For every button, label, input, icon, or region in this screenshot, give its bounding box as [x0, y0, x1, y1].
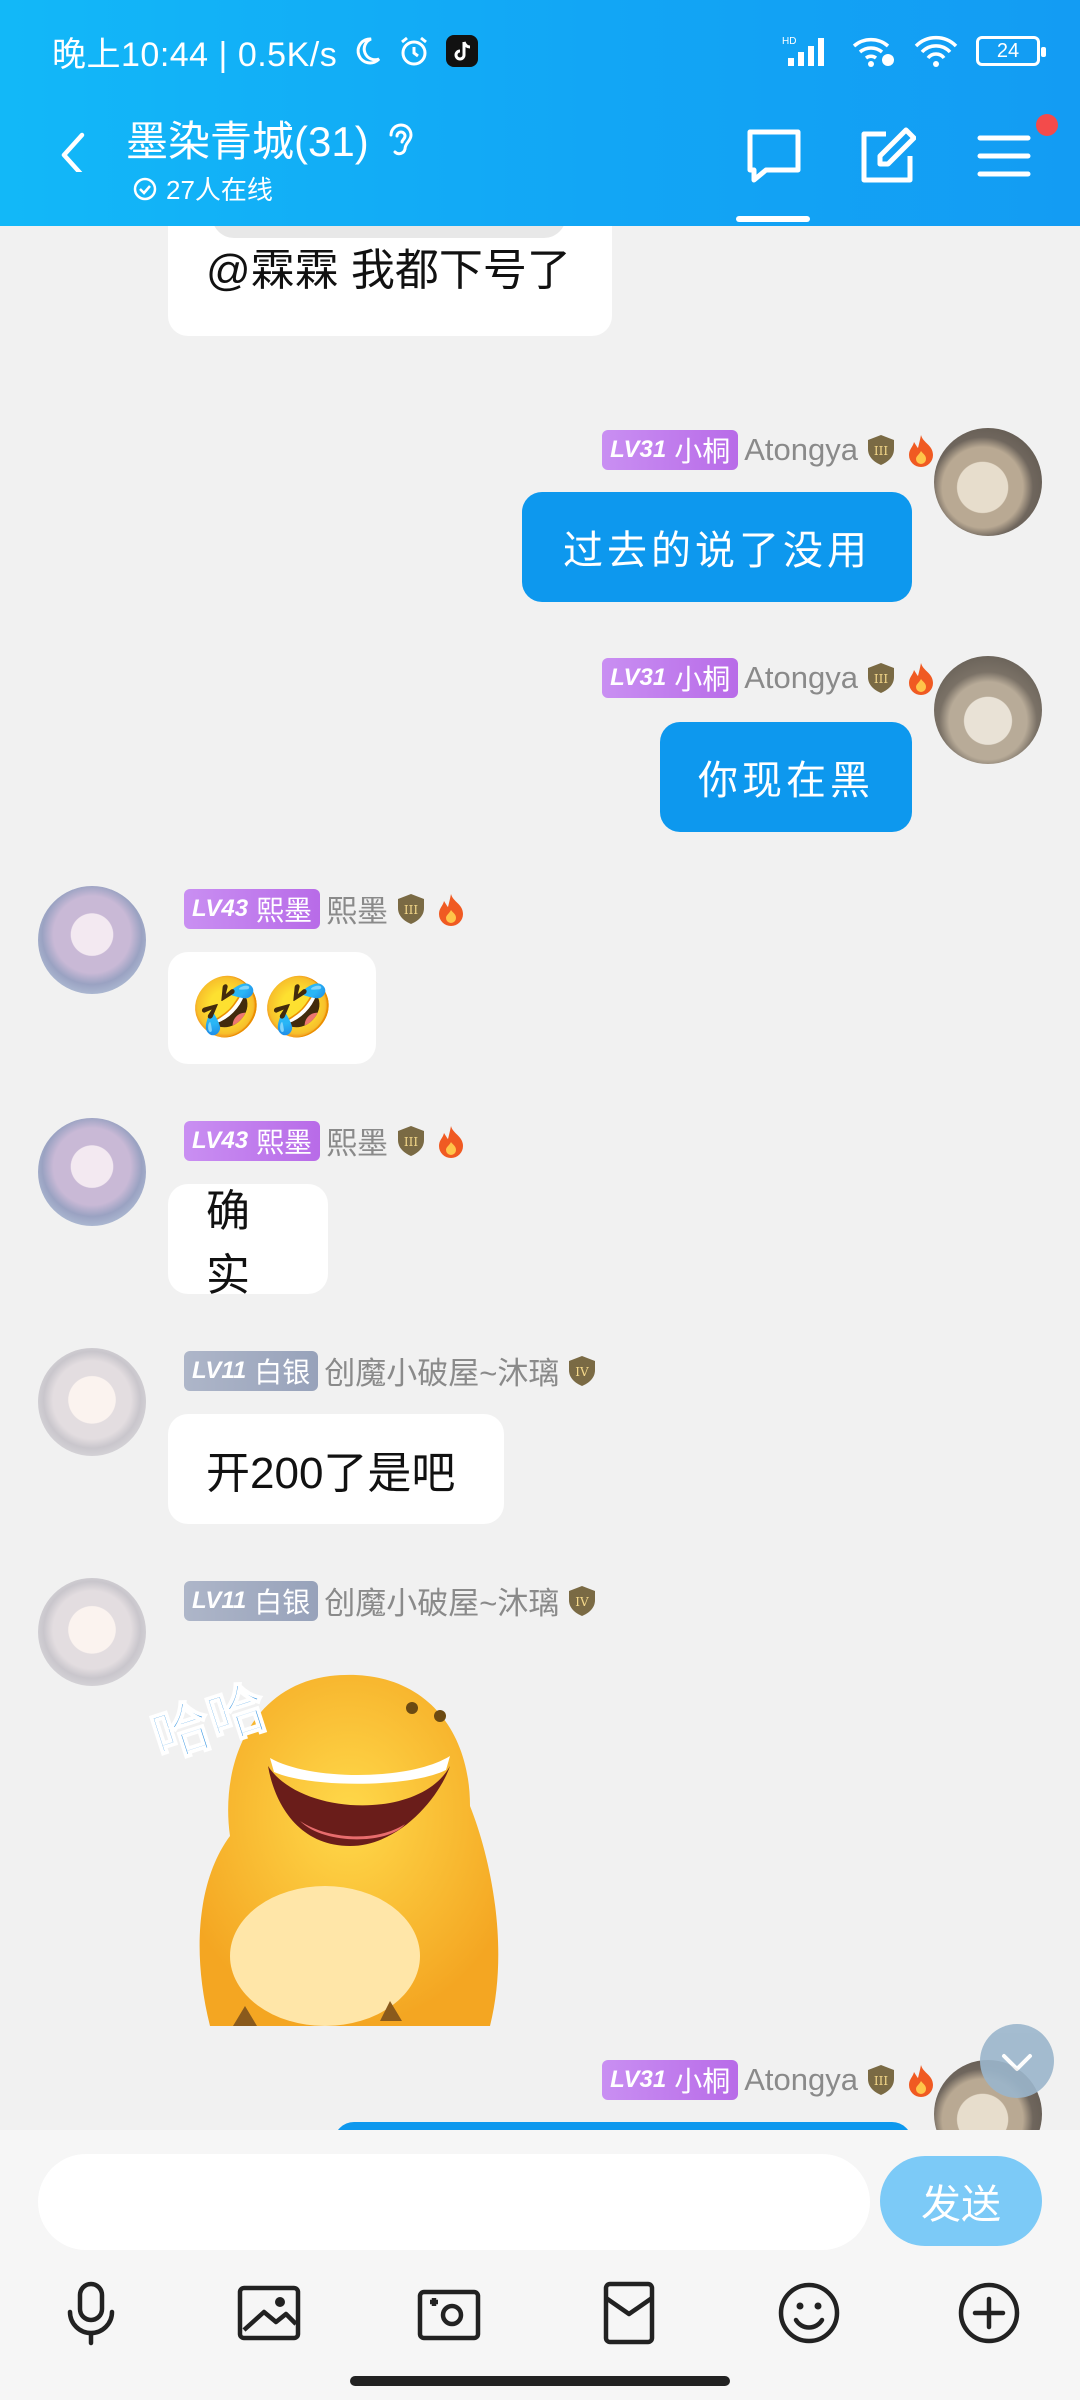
rank-shield-icon: III: [868, 435, 894, 465]
message-input[interactable]: [38, 2154, 870, 2250]
sender-name: 熙墨: [326, 894, 389, 929]
message-bubble[interactable]: 🤣🤣: [168, 952, 376, 1064]
message-bubble[interactable]: @霖霖 我都下号了: [168, 226, 612, 336]
camera-icon[interactable]: [416, 2280, 482, 2346]
status-time: 晚上10:44 | 0.5K/s: [52, 35, 338, 74]
menu-icon[interactable]: [974, 126, 1034, 186]
moon-icon: [356, 37, 381, 65]
wifi-calling-icon: [852, 38, 894, 67]
online-check-icon: [133, 177, 157, 200]
level-badge: LV31 小桐: [602, 430, 739, 470]
fire-icon: [439, 893, 464, 926]
message-bubble[interactable]: 开200了是吧: [168, 1414, 504, 1524]
red-packet-icon[interactable]: [596, 2280, 662, 2346]
my-avatar[interactable]: [934, 428, 1042, 536]
sender-name: 熙墨: [326, 1126, 389, 1161]
svg-text:III: III: [404, 1135, 418, 1149]
chat-bubble-icon[interactable]: [744, 126, 804, 186]
fire-icon: [439, 1125, 464, 1158]
level-badge: LV43 熙墨: [184, 888, 321, 929]
chevron-down-icon: [1002, 2054, 1032, 2071]
sender-meta: LV31 小桐 Atongya III: [602, 430, 938, 470]
rank-shield-icon: IV: [569, 1585, 596, 1616]
rank-shield-icon: III: [398, 1125, 425, 1156]
level-badge: LV11 白银: [184, 1580, 319, 1621]
svg-text:IV: IV: [576, 1595, 590, 1609]
tiktok-icon: [446, 35, 479, 67]
rank-shield-icon: III: [398, 893, 425, 924]
user-avatar[interactable]: [38, 1348, 146, 1456]
plus-icon[interactable]: [956, 2280, 1022, 2346]
scroll-to-bottom-button[interactable]: [980, 2024, 1054, 2098]
emoji-icon[interactable]: [776, 2280, 842, 2346]
alarm-icon: [401, 36, 428, 66]
wifi-icon: [914, 35, 958, 67]
message-bubble[interactable]: 你现在黑: [660, 722, 912, 832]
online-count: 27人在线: [132, 170, 273, 207]
battery-icon: 24: [976, 36, 1046, 66]
level-badge: LV43 熙墨: [184, 1120, 321, 1161]
send-button[interactable]: 发送: [880, 2156, 1042, 2246]
fire-icon: [909, 2065, 933, 2097]
rank-shield-icon: IV: [569, 1355, 596, 1386]
home-indicator[interactable]: [350, 2376, 730, 2386]
edit-note-icon[interactable]: [856, 126, 916, 186]
svg-text:IV: IV: [576, 1365, 590, 1379]
sender-name: Atongya: [744, 432, 858, 467]
svg-text:HD: HD: [782, 36, 796, 47]
chat-title[interactable]: 墨染青城(31): [126, 108, 417, 169]
sender-meta: LV11 白银 创魔小破屋~沐璃 IV: [184, 1348, 599, 1393]
level-badge: LV31 小桐: [602, 658, 739, 698]
quoted-reply: [212, 226, 566, 238]
message-bubble[interactable]: [334, 2122, 912, 2130]
user-avatar[interactable]: [38, 1578, 146, 1686]
level-badge: LV11 白银: [184, 1350, 319, 1391]
sticker-image[interactable]: 哈哈: [143, 1646, 540, 2026]
sender-meta: LV11 白银 创魔小破屋~沐璃 IV: [184, 1578, 599, 1623]
group-name: 墨染青城(31): [126, 118, 369, 165]
svg-text:III: III: [874, 2074, 888, 2088]
user-avatar[interactable]: [38, 886, 146, 994]
rank-shield-icon: III: [868, 663, 894, 693]
rank-shield-icon: III: [868, 2065, 894, 2095]
emoji-laugh-cry-icon: 🤣🤣: [190, 975, 335, 1040]
active-tab-indicator: [736, 216, 810, 222]
svg-text:III: III: [874, 672, 888, 686]
sender-meta: LV43 熙墨 熙墨 III: [184, 886, 468, 931]
message-bubble[interactable]: 确实: [168, 1184, 328, 1300]
sender-name: Atongya: [744, 660, 858, 695]
fire-icon: [909, 663, 933, 695]
sender-name: 创魔小破屋~沐璃: [324, 1356, 560, 1391]
sender-meta: LV43 熙墨 熙墨 III: [184, 1118, 468, 1163]
message-list[interactable]: @霖霖 我都下号了 LV31 小桐 Atongya III 过去的说了没用 LV3…: [0, 226, 1080, 2130]
image-icon[interactable]: [236, 2280, 302, 2346]
notification-dot: [1036, 114, 1058, 136]
back-arrow-icon[interactable]: [56, 124, 90, 172]
fire-icon: [909, 435, 933, 467]
sender-meta: LV31 小桐 Atongya III: [602, 2060, 938, 2100]
sender-name: 创魔小破屋~沐璃: [324, 1586, 560, 1621]
signal-icon: HD: [782, 36, 824, 66]
sender-meta: LV31 小桐 Atongya III: [602, 658, 938, 698]
sender-name: Atongya: [744, 2062, 858, 2097]
my-avatar[interactable]: [934, 656, 1042, 764]
ear-icon: [389, 123, 413, 155]
message-bubble[interactable]: 过去的说了没用: [522, 492, 912, 602]
microphone-icon[interactable]: [58, 2280, 124, 2346]
status-bar: 晚上10:44 | 0.5K/s HD 24: [52, 26, 1046, 76]
svg-text:III: III: [874, 444, 888, 458]
svg-text:III: III: [404, 903, 418, 917]
chat-header: 晚上10:44 | 0.5K/s HD 24 墨染青城(31) 27人在线: [0, 0, 1080, 226]
level-badge: LV31 小桐: [602, 2060, 739, 2100]
input-bar: 发送: [0, 2130, 1080, 2400]
user-avatar[interactable]: [38, 1118, 146, 1226]
